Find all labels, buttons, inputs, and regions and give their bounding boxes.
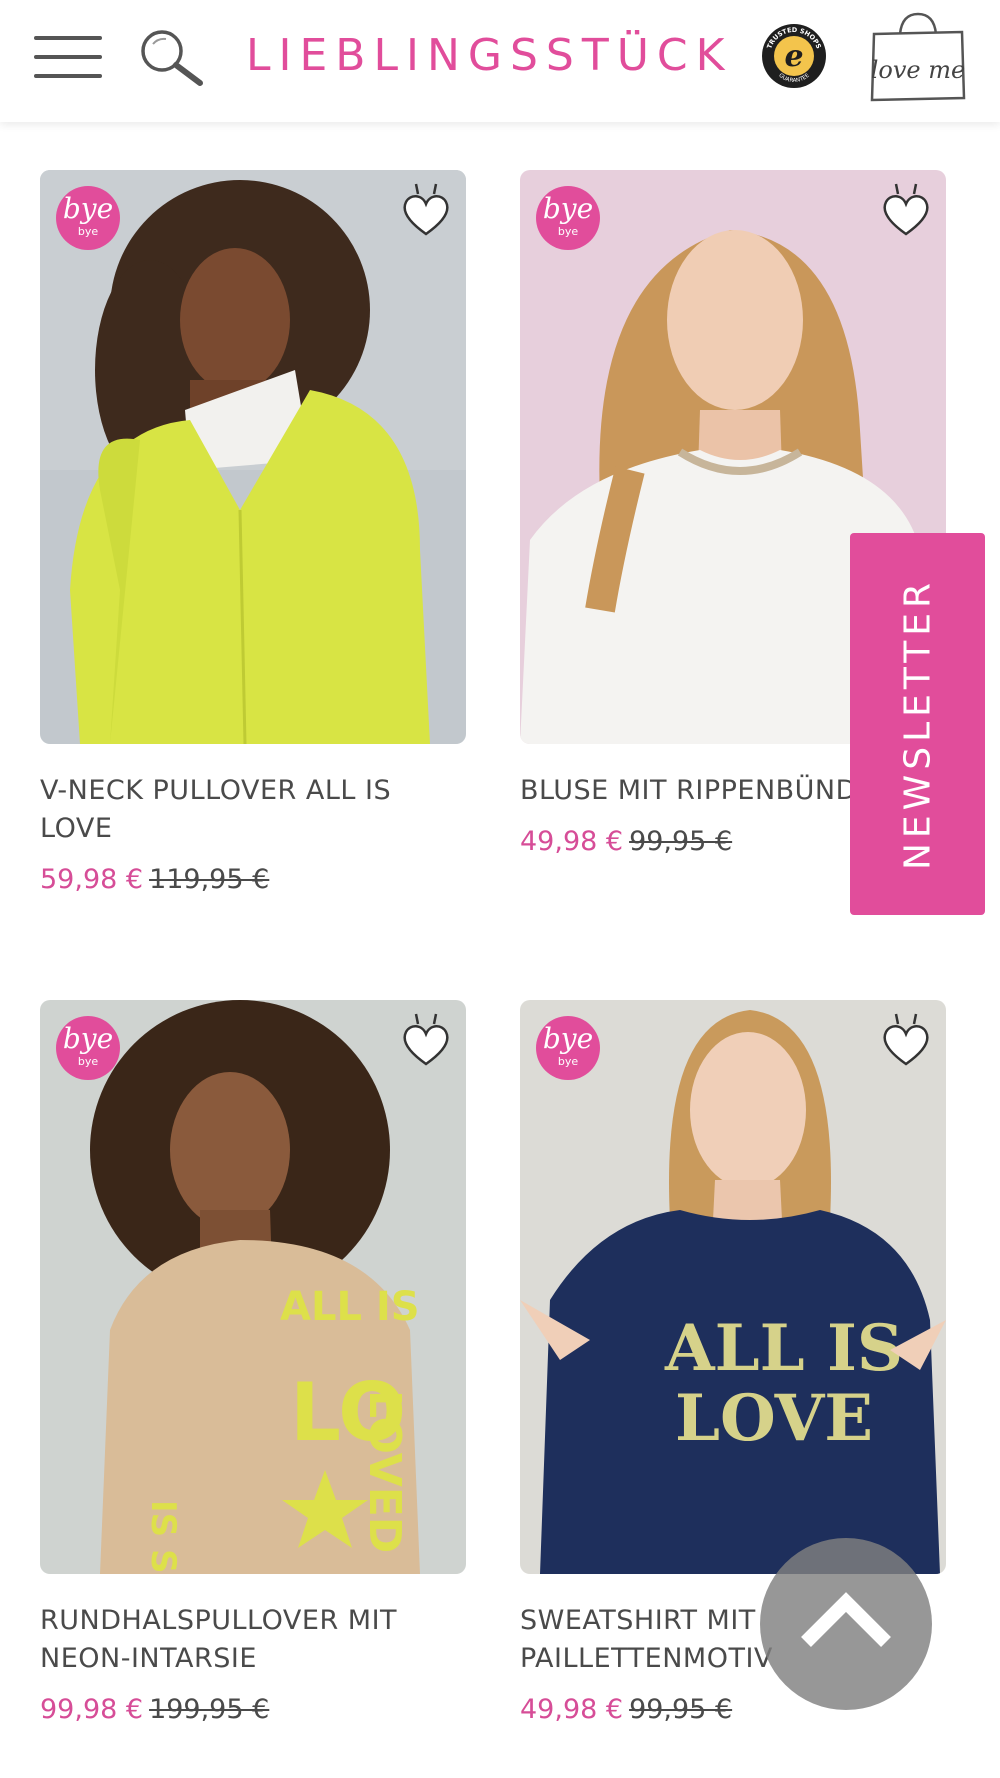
product-title[interactable]: V-NECK PULLOVER ALL IS LOVE xyxy=(40,772,470,848)
sale-price: 49,98 € xyxy=(520,826,624,857)
wishlist-heart-icon[interactable] xyxy=(400,1012,452,1070)
site-header: LIEBLINGSSTÜCK TRUSTED SHOPS GUARANTEE e… xyxy=(0,0,1000,122)
svg-text:IS SWE: IS SWE xyxy=(143,1500,183,1574)
wishlist-heart-icon[interactable] xyxy=(880,1012,932,1070)
old-price: 99,95 € xyxy=(629,826,733,857)
old-price: 199,95 € xyxy=(149,1694,270,1725)
search-icon[interactable] xyxy=(136,26,208,90)
bye-bye-badge: bye bye xyxy=(56,1016,120,1080)
product-price: 49,98 €99,95 € xyxy=(520,1692,732,1728)
old-price: 119,95 € xyxy=(149,864,270,895)
svg-text:LOVE: LOVE xyxy=(675,1381,873,1456)
chevron-up-icon xyxy=(801,1592,891,1647)
product-price: 99,98 €199,95 € xyxy=(40,1692,269,1728)
hamburger-menu-icon[interactable] xyxy=(34,36,104,80)
newsletter-tab[interactable]: NEWSLETTER xyxy=(850,533,985,915)
shopping-bag-icon[interactable]: love me xyxy=(868,12,968,102)
product-image[interactable]: ALL IS LOVE bye bye xyxy=(520,1000,946,1574)
wishlist-heart-icon[interactable] xyxy=(880,182,932,240)
bye-bye-badge: bye bye xyxy=(56,186,120,250)
svg-text:ALL IS: ALL IS xyxy=(664,1311,903,1386)
product-price: 49,98 €99,95 € xyxy=(520,824,732,860)
old-price: 99,95 € xyxy=(629,1694,733,1725)
svg-text:e: e xyxy=(784,39,803,74)
product-image[interactable]: ALL IS LO LOVED IS SWE bye bye xyxy=(40,1000,466,1574)
wishlist-heart-icon[interactable] xyxy=(400,182,452,240)
sale-price: 59,98 € xyxy=(40,864,144,895)
svg-text:ALL IS: ALL IS xyxy=(280,1284,420,1330)
trusted-shops-badge[interactable]: TRUSTED SHOPS GUARANTEE e xyxy=(760,22,828,90)
product-price: 59,98 €119,95 € xyxy=(40,862,269,898)
sale-price: 99,98 € xyxy=(40,1694,144,1725)
scroll-to-top-button[interactable] xyxy=(760,1538,932,1710)
sale-price: 49,98 € xyxy=(520,1694,624,1725)
bye-bye-badge: bye bye xyxy=(536,186,600,250)
svg-text:LOVED: LOVED xyxy=(359,1390,410,1553)
svg-text:love me: love me xyxy=(871,56,965,84)
site-logo[interactable]: LIEBLINGSSTÜCK xyxy=(246,24,733,88)
product-title[interactable]: RUNDHALSPULLOVER MIT NEON-INTARSIE xyxy=(40,1602,470,1678)
newsletter-label: NEWSLETTER xyxy=(897,577,938,871)
product-image[interactable]: bye bye xyxy=(40,170,466,744)
bye-bye-badge: bye bye xyxy=(536,1016,600,1080)
